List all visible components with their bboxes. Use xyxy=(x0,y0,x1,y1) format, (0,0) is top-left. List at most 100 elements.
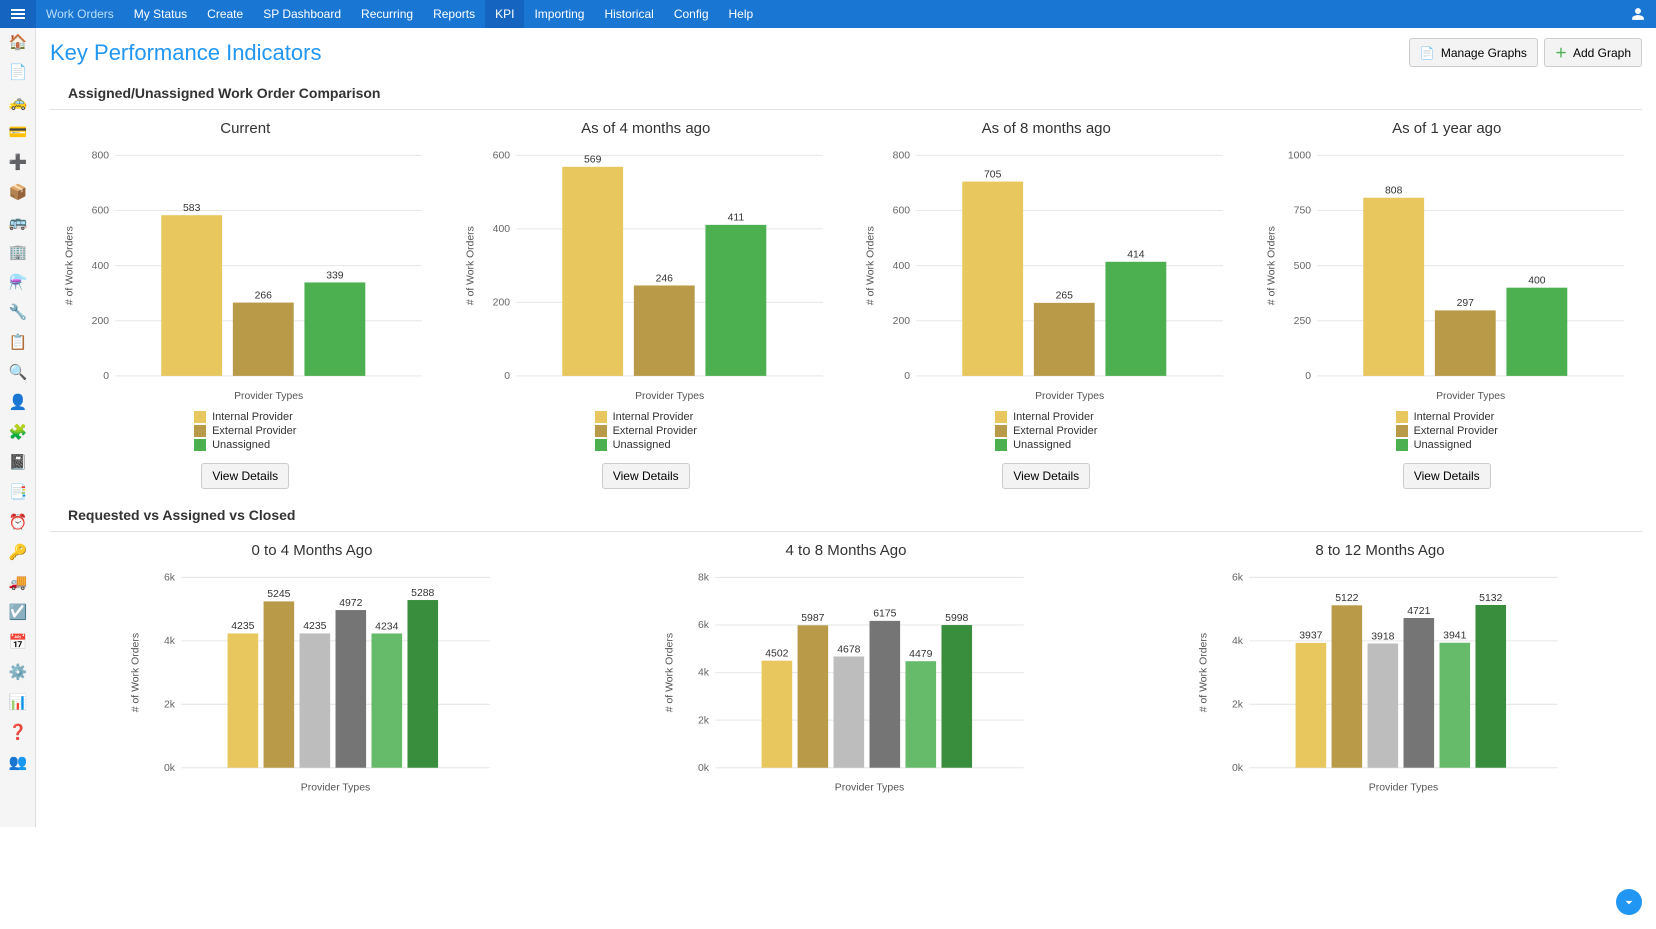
sidebar-icon-19[interactable]: ☑️ xyxy=(9,604,27,622)
sidebar-icon-5[interactable]: 📦 xyxy=(9,184,27,202)
sidebar-icon-10[interactable]: 📋 xyxy=(9,334,27,352)
sidebar-icon-17[interactable]: 🔑 xyxy=(9,544,27,562)
nav-item-importing[interactable]: Importing xyxy=(524,0,594,28)
main-content: Key Performance Indicators 📄 Manage Grap… xyxy=(36,28,1656,827)
bar[interactable] xyxy=(870,621,901,768)
bar[interactable] xyxy=(407,600,438,768)
sidebar-icon-23[interactable]: ❓ xyxy=(9,724,27,742)
bar[interactable] xyxy=(962,182,1023,376)
bar[interactable] xyxy=(906,661,937,768)
svg-text:600: 600 xyxy=(893,206,911,217)
bar[interactable] xyxy=(161,215,222,376)
bar[interactable] xyxy=(705,225,766,376)
sidebar-icon-20[interactable]: 📅 xyxy=(9,634,27,652)
sidebar-icon-6[interactable]: 🚌 xyxy=(9,214,27,232)
legend-swatch-icon xyxy=(1396,411,1408,423)
svg-text:297: 297 xyxy=(1456,298,1474,309)
bar[interactable] xyxy=(1296,643,1327,768)
sidebar-icon-16[interactable]: ⏰ xyxy=(9,514,27,532)
legend-item[interactable]: Unassigned xyxy=(1396,439,1498,451)
legend-item[interactable]: External Provider xyxy=(595,425,697,437)
bar[interactable] xyxy=(1368,643,1399,767)
legend-item[interactable]: Internal Provider xyxy=(1396,411,1498,423)
hamburger-menu-icon[interactable] xyxy=(0,0,36,28)
bar[interactable] xyxy=(1363,198,1424,376)
sidebar-icon-0[interactable]: 🏠 xyxy=(9,34,27,52)
nav-item-create[interactable]: Create xyxy=(197,0,253,28)
sidebar-icon-18[interactable]: 🚚 xyxy=(9,574,27,592)
bar[interactable] xyxy=(1332,605,1363,767)
bar[interactable] xyxy=(633,285,694,375)
legend-item[interactable]: Internal Provider xyxy=(194,411,296,423)
nav-item-config[interactable]: Config xyxy=(664,0,719,28)
nav-item-reports[interactable]: Reports xyxy=(423,0,485,28)
view-details-button[interactable]: View Details xyxy=(201,463,289,489)
bar[interactable] xyxy=(1105,262,1166,376)
nav-item-help[interactable]: Help xyxy=(719,0,764,28)
svg-text:6k: 6k xyxy=(164,573,176,584)
svg-text:200: 200 xyxy=(492,298,510,309)
view-details-button[interactable]: View Details xyxy=(1403,463,1491,489)
nav-item-historical[interactable]: Historical xyxy=(594,0,663,28)
legend-item[interactable]: Unassigned xyxy=(194,439,296,451)
legend-item[interactable]: Internal Provider xyxy=(995,411,1097,423)
legend-item[interactable]: External Provider xyxy=(1396,425,1498,437)
manage-graphs-button[interactable]: 📄 Manage Graphs xyxy=(1409,38,1538,67)
bar[interactable] xyxy=(300,633,331,767)
sidebar-icon-3[interactable]: 💳 xyxy=(9,124,27,142)
svg-text:# of Work Orders: # of Work Orders xyxy=(664,633,675,712)
sidebar-icon-21[interactable]: ⚙️ xyxy=(9,664,27,682)
scroll-down-fab[interactable] xyxy=(1616,889,1642,915)
bar[interactable] xyxy=(1475,605,1506,768)
bar[interactable] xyxy=(1506,288,1567,376)
sidebar-icon-24[interactable]: 👥 xyxy=(9,754,27,772)
section-assigned-unassigned: Assigned/Unassigned Work Order Compariso… xyxy=(50,81,1642,489)
sidebar-icon-4[interactable]: ➕ xyxy=(9,154,27,172)
bar[interactable] xyxy=(336,610,367,768)
bar[interactable] xyxy=(1404,618,1435,768)
user-icon[interactable] xyxy=(1620,7,1656,21)
legend-swatch-icon xyxy=(1396,425,1408,437)
bar[interactable] xyxy=(1440,643,1471,768)
bar[interactable] xyxy=(304,282,365,375)
nav-item-kpi[interactable]: KPI xyxy=(485,0,524,28)
nav-item-sp-dashboard[interactable]: SP Dashboard xyxy=(253,0,351,28)
legend-item[interactable]: External Provider xyxy=(995,425,1097,437)
sidebar-icon-11[interactable]: 🔍 xyxy=(9,364,27,382)
legend-item[interactable]: Unassigned xyxy=(595,439,697,451)
bar[interactable] xyxy=(264,601,295,767)
sidebar-icon-15[interactable]: 📑 xyxy=(9,484,27,502)
legend-item[interactable]: Unassigned xyxy=(995,439,1097,451)
svg-text:265: 265 xyxy=(1056,291,1074,302)
sidebar-icon-7[interactable]: 🏢 xyxy=(9,244,27,262)
sidebar-icon-2[interactable]: 🚕 xyxy=(9,94,27,112)
nav-item-work-orders[interactable]: Work Orders xyxy=(36,0,124,28)
bar[interactable] xyxy=(1034,303,1095,376)
bar[interactable] xyxy=(834,656,865,767)
svg-text:0: 0 xyxy=(103,371,109,382)
sidebar-icon-13[interactable]: 🧩 xyxy=(9,424,27,442)
bar[interactable] xyxy=(1434,310,1495,375)
add-graph-button[interactable]: ＋ Add Graph xyxy=(1544,38,1642,67)
bar[interactable] xyxy=(228,633,259,767)
view-details-button[interactable]: View Details xyxy=(602,463,690,489)
chart-legend: Internal Provider External Provider Unassi… xyxy=(1396,411,1498,451)
sidebar-icon-8[interactable]: ⚗️ xyxy=(9,274,27,292)
sidebar-icon-22[interactable]: 📊 xyxy=(9,694,27,712)
sidebar-icon-1[interactable]: 📄 xyxy=(9,64,27,82)
nav-item-recurring[interactable]: Recurring xyxy=(351,0,423,28)
bar[interactable] xyxy=(562,167,623,376)
bar[interactable] xyxy=(762,661,793,768)
sidebar-icon-14[interactable]: 📓 xyxy=(9,454,27,472)
view-details-button[interactable]: View Details xyxy=(1002,463,1090,489)
bar[interactable] xyxy=(798,625,829,767)
legend-swatch-icon xyxy=(995,439,1007,451)
nav-item-my-status[interactable]: My Status xyxy=(124,0,197,28)
bar[interactable] xyxy=(941,625,972,768)
legend-item[interactable]: Internal Provider xyxy=(595,411,697,423)
bar[interactable] xyxy=(233,303,294,376)
legend-item[interactable]: External Provider xyxy=(194,425,296,437)
sidebar-icon-12[interactable]: 👤 xyxy=(9,394,27,412)
sidebar-icon-9[interactable]: 🔧 xyxy=(9,304,27,322)
bar[interactable] xyxy=(372,633,403,767)
